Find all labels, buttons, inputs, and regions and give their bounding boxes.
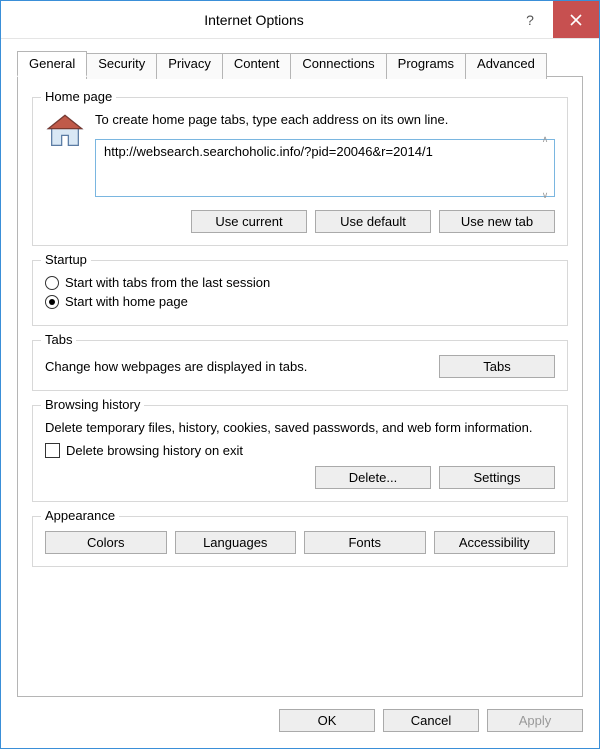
tab-security[interactable]: Security — [86, 53, 157, 79]
tabs-group: Tabs Change how webpages are displayed i… — [32, 340, 568, 391]
scroll-down-icon[interactable]: ∨ — [537, 191, 553, 200]
startup-group: Startup Start with tabs from the last se… — [32, 260, 568, 326]
homepage-title: Home page — [41, 89, 116, 104]
appearance-title: Appearance — [41, 508, 119, 523]
delete-button[interactable]: Delete... — [315, 466, 431, 489]
title-text: Internet Options — [1, 12, 507, 28]
tab-privacy[interactable]: Privacy — [156, 53, 223, 79]
languages-button[interactable]: Languages — [175, 531, 297, 554]
apply-button[interactable]: Apply — [487, 709, 583, 732]
general-panel: Home page To create home page tabs, type… — [17, 76, 583, 697]
checkbox-icon — [45, 443, 60, 458]
history-group: Browsing history Delete temporary files,… — [32, 405, 568, 502]
titlebar: Internet Options ? — [1, 1, 599, 39]
tab-programs[interactable]: Programs — [386, 53, 466, 79]
history-title: Browsing history — [41, 397, 144, 412]
history-desc: Delete temporary files, history, cookies… — [45, 420, 555, 435]
appearance-group: Appearance Colors Languages Fonts Access… — [32, 516, 568, 567]
homepage-url-input[interactable] — [95, 139, 555, 197]
tabs-desc: Change how webpages are displayed in tab… — [45, 359, 307, 374]
colors-button[interactable]: Colors — [45, 531, 167, 554]
radio-last-session[interactable]: Start with tabs from the last session — [45, 275, 555, 290]
delete-on-exit-checkbox[interactable]: Delete browsing history on exit — [45, 443, 555, 458]
startup-title: Startup — [41, 252, 91, 267]
internet-options-dialog: Internet Options ? General Security Priv… — [0, 0, 600, 749]
url-scroll: ∧ ∨ — [537, 133, 553, 202]
help-button[interactable]: ? — [507, 1, 553, 38]
radio-last-label: Start with tabs from the last session — [65, 275, 270, 290]
home-icon — [45, 112, 85, 152]
homepage-group: Home page To create home page tabs, type… — [32, 97, 568, 246]
tab-connections[interactable]: Connections — [290, 53, 386, 79]
homepage-desc: To create home page tabs, type each addr… — [95, 112, 555, 127]
tabs-title: Tabs — [41, 332, 76, 347]
history-settings-button[interactable]: Settings — [439, 466, 555, 489]
dialog-buttons: OK Cancel Apply — [1, 697, 599, 748]
radio-icon — [45, 295, 59, 309]
tab-general[interactable]: General — [17, 51, 87, 77]
cancel-button[interactable]: Cancel — [383, 709, 479, 732]
tabs-button[interactable]: Tabs — [439, 355, 555, 378]
accessibility-button[interactable]: Accessibility — [434, 531, 556, 554]
radio-home-page[interactable]: Start with home page — [45, 294, 555, 309]
use-default-button[interactable]: Use default — [315, 210, 431, 233]
tab-advanced[interactable]: Advanced — [465, 53, 547, 79]
delete-on-exit-label: Delete browsing history on exit — [66, 443, 243, 458]
tab-content[interactable]: Content — [222, 53, 292, 79]
use-new-tab-button[interactable]: Use new tab — [439, 210, 555, 233]
close-button[interactable] — [553, 1, 599, 38]
use-current-button[interactable]: Use current — [191, 210, 307, 233]
fonts-button[interactable]: Fonts — [304, 531, 426, 554]
close-icon — [570, 14, 582, 26]
ok-button[interactable]: OK — [279, 709, 375, 732]
radio-home-label: Start with home page — [65, 294, 188, 309]
scroll-up-icon[interactable]: ∧ — [537, 135, 553, 144]
radio-icon — [45, 276, 59, 290]
tabstrip: General Security Privacy Content Connect… — [17, 51, 583, 77]
